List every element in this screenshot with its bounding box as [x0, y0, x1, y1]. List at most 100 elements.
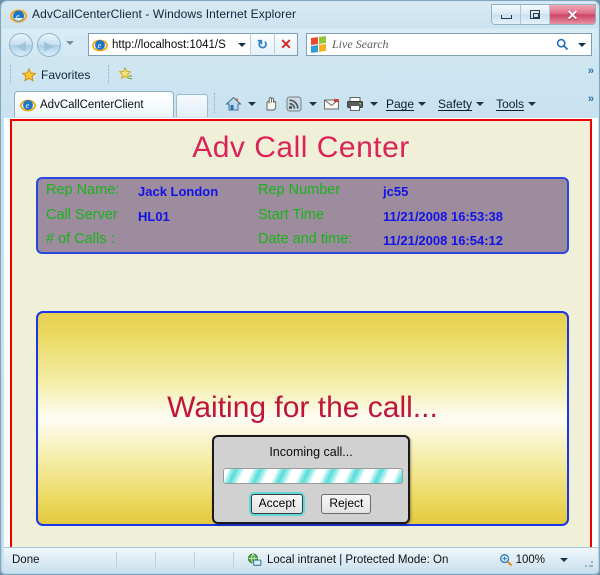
hand-glyph	[266, 97, 276, 111]
browser-window-inner: e AdvCallCenterClient - Windows Internet…	[2, 2, 598, 573]
rep-number-value: jc55	[383, 184, 409, 199]
accept-button[interactable]: Accept	[250, 494, 304, 515]
forward-arrow-icon: ▶	[44, 37, 54, 53]
info-row: Call Server HL01 Start Time 11/21/2008 1…	[38, 207, 567, 231]
navigation-bar: ◀ ▶ e http://localhost:1041/S ↻ ✕ Live S…	[2, 29, 600, 61]
rep-name-value: Jack London	[138, 184, 219, 199]
print-icon[interactable]	[344, 93, 366, 115]
chevron-down-icon	[476, 102, 485, 106]
tab-advcallcenterclient[interactable]: e AdvCallCenterClient	[14, 91, 174, 117]
status-message: Done	[12, 553, 40, 566]
info-row: # of Calls : Date and time: 11/21/2008 1…	[38, 231, 567, 255]
search-input[interactable]: Live Search	[332, 37, 551, 52]
rep-info-panel: Rep Name: Jack London Rep Number jc55 Ca…	[36, 177, 569, 254]
command-bar-overflow-button[interactable]: »	[588, 93, 594, 105]
favorites-left-divider	[10, 65, 11, 83]
home-dropdown-icon[interactable]	[246, 93, 257, 115]
home-icon[interactable]	[222, 93, 244, 115]
chevron-down-icon	[238, 42, 246, 47]
incoming-call-title: Incoming call...	[269, 445, 353, 459]
info-row: Rep Name: Jack London Rep Number jc55	[38, 182, 567, 206]
chevron-down-icon	[578, 42, 586, 47]
zoom-magnifier-icon	[499, 553, 512, 566]
page-menu[interactable]: Page	[381, 93, 431, 115]
svg-text:e: e	[98, 41, 102, 50]
tab-strip: e AdvCallCenterClient Page Safety Tools …	[2, 88, 600, 118]
favorites-overflow-button[interactable]: »	[588, 65, 594, 77]
favorites-label: Favorites	[41, 67, 91, 82]
tab-label: AdvCallCenterClient	[40, 98, 144, 111]
number-of-calls-label: # of Calls :	[46, 231, 115, 247]
new-tab-button[interactable]	[176, 94, 208, 117]
internet-explorer-logo-icon: e	[10, 9, 27, 23]
start-time-label: Start Time	[258, 207, 325, 223]
mail-icon[interactable]	[320, 93, 342, 115]
history-dropdown-icon[interactable]	[66, 41, 74, 45]
stop-button[interactable]: ✕	[274, 33, 298, 56]
back-arrow-icon: ◀	[16, 37, 26, 53]
tools-menu-label: Tools	[496, 97, 525, 111]
minimize-icon	[500, 15, 512, 19]
page-title: Adv Call Center	[192, 131, 410, 164]
chevron-down-icon	[308, 102, 317, 106]
resize-grip[interactable]	[584, 558, 594, 568]
dialog-button-row: Accept Reject	[214, 494, 408, 515]
close-button[interactable]: ✕	[550, 5, 595, 24]
envelope-glyph	[323, 99, 339, 110]
date-and-time-value: 11/21/2008 16:54:12	[383, 233, 503, 248]
call-server-label: Call Server	[46, 207, 118, 223]
tools-menu[interactable]: Tools	[491, 93, 541, 115]
window-title: AdvCallCenterClient - Windows Internet E…	[32, 7, 297, 21]
print-dropdown-icon[interactable]	[368, 93, 379, 115]
favorites-button[interactable]: Favorites	[16, 65, 96, 84]
close-icon: ✕	[566, 6, 579, 23]
incoming-call-dialog: Incoming call... Accept Reject	[212, 435, 410, 524]
forward-button[interactable]: ▶	[37, 33, 61, 57]
browser-window: e AdvCallCenterClient - Windows Internet…	[0, 0, 600, 575]
windows-logo-icon	[311, 35, 326, 54]
search-box[interactable]: Live Search	[306, 33, 592, 56]
read-mail-icon[interactable]	[259, 93, 281, 115]
rss-glyph	[286, 96, 302, 112]
zoom-control[interactable]: 100%	[499, 553, 568, 567]
chevron-down-icon	[369, 102, 378, 106]
title-bar: e AdvCallCenterClient - Windows Internet…	[2, 2, 600, 29]
start-time-value: 11/21/2008 16:53:38	[383, 209, 503, 224]
svg-text:e: e	[16, 12, 20, 21]
maximize-button[interactable]	[521, 5, 550, 24]
back-button[interactable]: ◀	[9, 33, 33, 57]
search-dropdown-icon[interactable]	[573, 42, 591, 47]
chevron-down-icon	[528, 102, 537, 106]
status-cell	[117, 552, 155, 568]
home-glyph	[224, 96, 242, 111]
local-intranet-icon	[248, 553, 262, 566]
add-to-favorites-button[interactable]	[115, 64, 139, 85]
feeds-icon[interactable]	[283, 93, 305, 115]
status-cell	[195, 552, 233, 568]
page-icon: e	[92, 39, 108, 51]
safety-menu[interactable]: Safety	[433, 93, 489, 115]
refresh-button[interactable]: ↻	[250, 33, 274, 56]
search-icon[interactable]	[551, 38, 573, 51]
security-zone-indicator[interactable]: Local intranet | Protected Mode: On	[247, 553, 448, 567]
security-zone-text: Local intranet | Protected Mode: On	[267, 553, 449, 566]
address-bar[interactable]: e http://localhost:1041/S	[88, 33, 250, 56]
status-bar: Done Local intranet | Protected Mode: On	[4, 547, 598, 571]
minimize-button[interactable]	[492, 5, 521, 24]
favorites-right-divider	[108, 65, 109, 83]
address-url-text: http://localhost:1041/S	[112, 38, 226, 51]
printer-glyph	[347, 97, 363, 111]
status-divider	[233, 551, 234, 568]
address-dropdown-icon[interactable]	[234, 42, 250, 47]
svg-text:e: e	[26, 101, 30, 110]
page-viewport: Adv Call Center Rep Name: Jack London Re…	[4, 118, 598, 547]
refresh-icon: ↻	[257, 36, 268, 52]
window-controls: ✕	[491, 4, 596, 25]
reject-button[interactable]: Reject	[321, 494, 372, 515]
feeds-dropdown-icon[interactable]	[307, 93, 318, 115]
chevron-down-icon[interactable]	[560, 557, 568, 562]
incoming-call-progress-bar	[223, 468, 403, 484]
date-and-time-label: Date and time:	[258, 231, 353, 247]
close-x-icon: ✕	[280, 36, 292, 52]
zoom-level-text: 100%	[515, 553, 545, 566]
